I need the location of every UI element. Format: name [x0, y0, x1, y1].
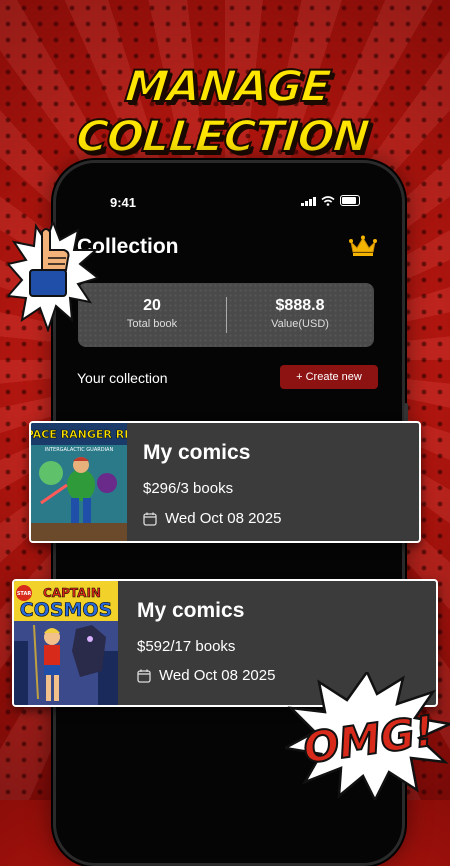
- omg-burst-decoration: OMG!: [285, 672, 450, 800]
- value-usd-label: Value(USD): [271, 318, 329, 330]
- collection-title: My comics: [137, 599, 245, 622]
- collection-date: Wed Oct 08 2025: [143, 510, 281, 527]
- collection-title: My comics: [143, 441, 251, 464]
- battery-icon: [340, 195, 360, 206]
- create-new-button[interactable]: + Create new: [280, 365, 378, 389]
- status-icons: [301, 195, 360, 206]
- thumbs-up-decoration: [8, 222, 98, 332]
- stats-panel: 20 Total book $888.8 Value(USD): [78, 283, 374, 347]
- collection-card[interactable]: SPACE RANGER REX INTERGALACTIC GUARDIAN …: [29, 421, 421, 543]
- total-books-stat: 20 Total book: [78, 297, 226, 330]
- calendar-icon: [143, 512, 157, 526]
- status-time: 9:41: [110, 195, 137, 210]
- collection-date-text: Wed Oct 08 2025: [165, 510, 282, 527]
- collection-price-books: $592/17 books: [137, 638, 236, 655]
- promo-headline: MANAGE COLLECTION: [73, 61, 372, 163]
- cover-subtitle-text: INTERGALACTIC GUARDIAN: [45, 447, 114, 453]
- value-usd-stat: $888.8 Value(USD): [226, 297, 374, 330]
- cover-title-line1: CAPTAIN: [43, 586, 101, 600]
- comic-cover-captain-cosmos: STAR CAPTAIN COSMOS: [14, 581, 118, 705]
- collection-date-text: Wed Oct 08 2025: [159, 667, 276, 684]
- cover-badge-text: STAR: [17, 591, 31, 597]
- calendar-icon: [137, 669, 151, 683]
- total-books-value: 20: [143, 297, 161, 314]
- status-bar: 9:41: [56, 193, 402, 213]
- comic-cover-space-ranger: SPACE RANGER REX INTERGALACTIC GUARDIAN: [31, 423, 127, 541]
- value-usd-value: $888.8: [275, 297, 325, 314]
- total-books-label: Total book: [126, 318, 178, 330]
- section-title: Your collection: [77, 370, 168, 386]
- collection-date: Wed Oct 08 2025: [137, 667, 275, 684]
- wifi-icon: [321, 195, 335, 206]
- crown-icon[interactable]: [348, 235, 378, 257]
- cover-title-text: SPACE RANGER REX: [31, 428, 127, 441]
- signal-icon: [301, 196, 316, 206]
- collection-price-books: $296/3 books: [143, 480, 234, 497]
- cover-title-line2: COSMOS: [20, 599, 113, 621]
